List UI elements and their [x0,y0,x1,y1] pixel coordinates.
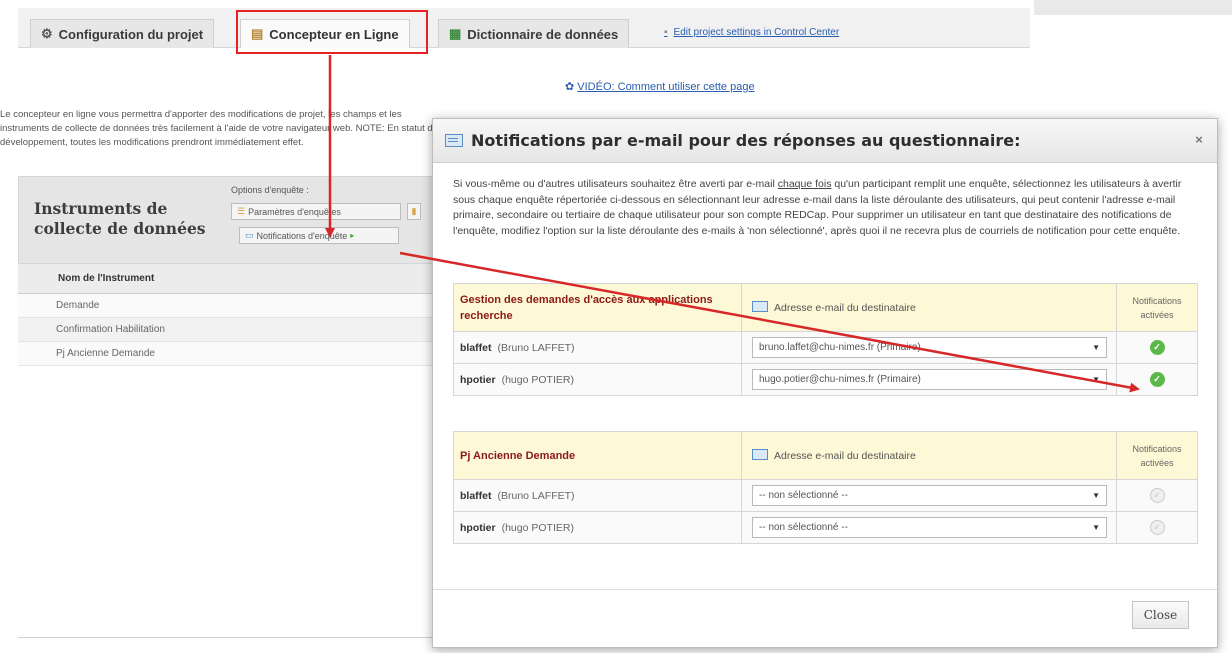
video-link[interactable]: ✿ VIDÉO: Comment utiliser cette page [565,80,755,93]
address-header: Adresse e-mail du destinataire [741,283,1117,332]
instrument-row[interactable]: Pj Ancienne Demande [18,342,438,366]
instrument-row[interactable]: Confirmation Habilitation [18,318,438,342]
tab-label: Dictionnaire de données [467,26,619,42]
check-active-icon[interactable]: ✓ [1149,340,1165,355]
arrow-right-icon: ▸ [350,231,355,240]
notifications-dialog: Notifications par e-mail pour des répons… [432,118,1218,648]
instruments-table: Nom de l'Instrument Demande Confirmation… [18,264,438,366]
survey-notifications-button[interactable]: ▭ Notifications d'enquête ▸ [239,227,399,244]
tab-project-configuration[interactable]: ⚙ Configuration du projet [30,19,215,48]
dialog-titlebar: Notifications par e-mail pour des répons… [433,119,1217,163]
dialog-footer-divider [433,589,1217,590]
chevron-down-icon: ▼ [1092,523,1100,532]
chevron-down-icon: ▼ [1092,491,1100,500]
table-row: hpotier (hugo POTIER) hugo.potier@chu-nim… [453,363,1198,396]
instrument-row[interactable]: Demande [18,294,438,318]
tab-highlight-box [236,10,428,54]
envelope-icon [445,134,463,147]
instruments-header: Nom de l'Instrument [18,264,438,294]
tab-label: Configuration du projet [58,26,204,42]
user-cell: blaffet (Bruno LAFFET) [453,331,742,364]
tools-icon: ▮ [411,206,417,216]
check-inactive-icon[interactable]: ✓ [1149,520,1165,535]
dialog-title: Notifications par e-mail pour des répons… [471,131,1021,150]
survey-title: Gestion des demandes d'accès aux applica… [453,283,742,332]
survey-title: Pj Ancienne Demande [453,431,742,480]
chevron-down-icon: ▼ [1092,375,1100,384]
edit-project-settings-link[interactable]: ▪ Edit project settings in Control Center [664,27,839,38]
user-cell: blaffet (Bruno LAFFET) [453,479,742,512]
instruments-panel: Instruments de collecte de données Optio… [18,176,438,264]
tab-data-dictionary[interactable]: ▦ Dictionnaire de données [438,19,630,48]
close-icon[interactable]: × [1191,132,1207,148]
intro-text: Le concepteur en ligne vous permettra d'… [0,109,438,148]
panel-title: Instruments de collecte de données [34,199,206,238]
notification-table: Gestion des demandes d'accès aux applica… [453,283,1198,396]
divider [18,637,438,638]
table-row: hpotier (hugo POTIER) -- non sélectionné … [453,511,1198,544]
user-cell: hpotier (hugo POTIER) [453,363,742,396]
table-row: blaffet (Bruno LAFFET) bruno.laffet@chu-n… [453,331,1198,364]
spreadsheet-icon: ▦ [449,26,462,41]
email-select[interactable]: -- non sélectionné -- ▼ [752,517,1107,538]
video-icon: ✿ [565,81,575,93]
address-header: Adresse e-mail du destinataire [741,431,1117,480]
survey-tools-button[interactable]: ▮ [407,203,421,220]
dialog-description: Si vous-même ou d'autres utilisateurs so… [453,178,1182,237]
notifications-header: Notifications activées [1116,283,1198,332]
check-inactive-icon[interactable]: ✓ [1149,488,1165,503]
notifications-header: Notifications activées [1116,431,1198,480]
email-select[interactable]: -- non sélectionné -- ▼ [752,485,1107,506]
table-row: blaffet (Bruno LAFFET) -- non sélectionné… [453,479,1198,512]
tab-bar: ⚙ Configuration du projet ▤ Concepteur e… [18,8,1030,48]
envelope-icon: ▭ [245,230,254,240]
notification-table: Pj Ancienne Demande Adresse e-mail du de… [453,431,1198,544]
survey-options-label: Options d'enquête : [231,185,309,195]
user-cell: hpotier (hugo POTIER) [453,511,742,544]
close-button[interactable]: Close [1132,601,1189,629]
survey-settings-button[interactable]: ☰ Paramètres d'enquêtes [231,203,401,220]
gear-icon: ⚙ [41,26,53,41]
envelope-icon [752,449,768,460]
chevron-down-icon: ▼ [1092,343,1100,352]
corner-block [1034,0,1232,15]
email-select[interactable]: hugo.potier@chu-nimes.fr (Primaire) ▼ [752,369,1107,390]
envelope-icon [752,301,768,312]
email-select[interactable]: bruno.laffet@chu-nimes.fr (Primaire) ▼ [752,337,1107,358]
list-icon: ☰ [237,206,246,216]
check-active-icon[interactable]: ✓ [1149,372,1165,387]
